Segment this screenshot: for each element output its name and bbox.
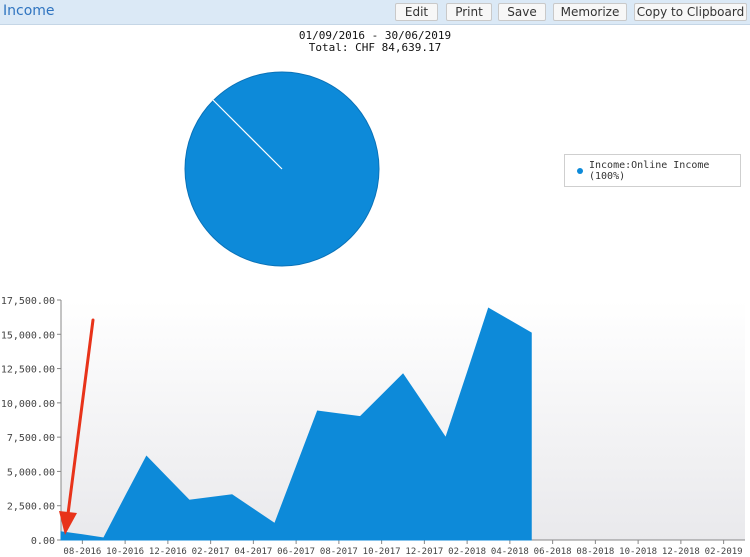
y-tick-label: 2,500.00 xyxy=(7,502,55,513)
legend-item-online-income: Income:Online Income (100%) xyxy=(589,159,710,182)
x-tick-label: 08-2017 xyxy=(320,547,358,557)
print-button[interactable]: Print xyxy=(446,3,492,21)
y-tick-label: 7,500.00 xyxy=(7,433,55,444)
y-tick-label: 12,500.00 xyxy=(1,365,55,376)
x-tick-label: 12-2017 xyxy=(405,547,443,557)
x-tick-label: 02-2018 xyxy=(448,547,486,557)
title-bar: Income Edit Print Save Memorize Copy to … xyxy=(0,0,750,25)
y-tick-label: 15,000.00 xyxy=(1,330,55,341)
x-tick-label: 08-2016 xyxy=(63,547,101,557)
area-chart: 0.00 2,500.00 5,000.00 7,500.00 10,000.00 12,… xyxy=(1,296,745,557)
save-button[interactable]: Save xyxy=(498,3,546,21)
x-tick-label: 10-2017 xyxy=(363,547,401,557)
x-tick-label: 04-2018 xyxy=(491,547,529,557)
legend: Income:Online Income (100%) xyxy=(564,154,741,187)
x-tick-label: 12-2016 xyxy=(149,547,187,557)
y-tick-label: 10,000.00 xyxy=(1,399,55,410)
pie-chart xyxy=(184,71,380,267)
x-tick-label: 02-2017 xyxy=(192,547,230,557)
x-tick-label: 02-2019 xyxy=(705,547,743,557)
copy-to-clipboard-button[interactable]: Copy to Clipboard xyxy=(634,3,747,21)
report-total: Total: CHF 84,639.17 xyxy=(308,41,442,54)
x-tick-label: 12-2018 xyxy=(662,547,700,557)
x-tick-label: 04-2017 xyxy=(234,547,272,557)
window-title: Income xyxy=(3,3,55,19)
x-tick-label: 10-2018 xyxy=(619,547,657,557)
edit-button[interactable]: Edit xyxy=(395,3,438,21)
memorize-button[interactable]: Memorize xyxy=(553,3,627,21)
legend-dot-online-income xyxy=(577,167,583,174)
y-tick-label: 17,500.00 xyxy=(1,296,55,307)
y-tick-label: 0.00 xyxy=(31,536,55,547)
x-tick-label: 06-2018 xyxy=(534,547,572,557)
y-tick-label: 5,000.00 xyxy=(7,467,55,478)
x-tick-label: 06-2017 xyxy=(277,547,315,557)
x-tick-label: 10-2016 xyxy=(106,547,144,557)
x-tick-label: 08-2018 xyxy=(576,547,614,557)
